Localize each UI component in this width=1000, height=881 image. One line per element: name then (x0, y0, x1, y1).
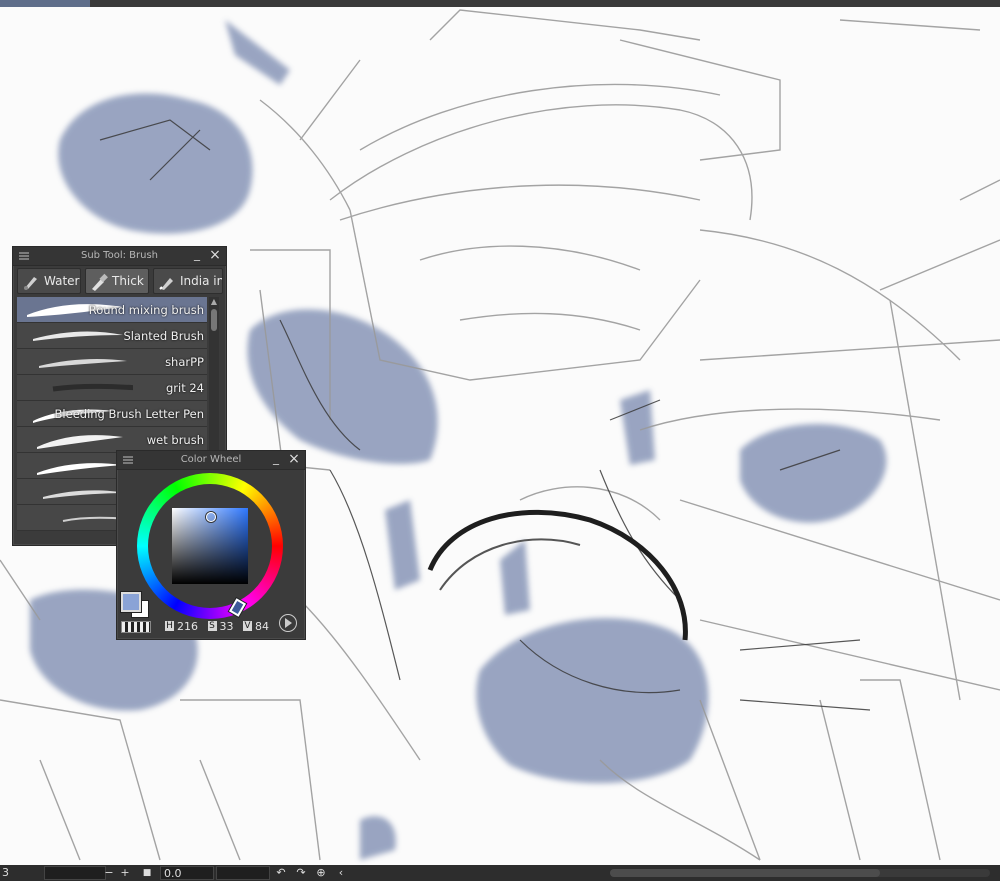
flip-icon[interactable]: ‹ (334, 866, 348, 880)
brush-name: Round mixing brush (88, 303, 204, 317)
saturation-key: S (207, 621, 217, 631)
saturation-value: 33 (219, 619, 234, 633)
minimize-button[interactable]: _ (190, 248, 204, 262)
ring-stroke (427, 509, 688, 641)
color-swatches (121, 592, 151, 618)
brush-name: Bleeding Brush Letter Pen (54, 407, 204, 421)
transparent-color-toggle[interactable] (121, 621, 151, 633)
brush-item[interactable]: Bleeding Brush Letter Pen (17, 401, 207, 427)
brush-name: Slanted Brush (123, 329, 204, 343)
tab-thick-paint[interactable]: Thick p (85, 268, 149, 294)
subtool-tabs: Waterc Thick p India in (17, 268, 223, 296)
tab-label: Thick p (112, 274, 148, 288)
watercolor-brush-icon (24, 277, 37, 290)
brush-stroke-preview (39, 358, 127, 368)
brush-item[interactable]: Slanted Brush (17, 323, 207, 349)
brush-item[interactable]: grit 24 (17, 375, 207, 401)
main-color-swatch[interactable] (121, 592, 141, 612)
sv-cursor[interactable] (206, 512, 216, 522)
minimize-button[interactable]: _ (269, 452, 283, 466)
brush-stroke-preview (33, 331, 123, 341)
brush-stroke-preview (52, 383, 133, 392)
rotation-slider[interactable] (216, 866, 270, 880)
tab-label: India in (180, 274, 223, 288)
tab-watercolor[interactable]: Waterc (17, 268, 81, 294)
close-button[interactable]: × (287, 452, 301, 466)
color-mode-toggle-icon[interactable] (279, 614, 297, 632)
reset-rotation-icon[interactable]: ⊕ (314, 866, 328, 880)
brush-name: sharPP (165, 355, 204, 369)
horizontal-scrollbar[interactable] (610, 869, 990, 877)
tab-label: Waterc (44, 274, 80, 288)
color-wheel (137, 473, 283, 619)
scroll-up-icon[interactable]: ▲ (210, 298, 218, 306)
zoom-out-button[interactable]: − (102, 866, 116, 880)
india-ink-brush-icon (159, 278, 173, 290)
document-tab[interactable] (0, 0, 90, 7)
color-wheel-panel: Color Wheel _ × H 216 S 33 V 84 (116, 450, 306, 640)
saturation-value-square[interactable] (172, 508, 248, 584)
subtool-title-bar[interactable]: Sub Tool: Brush _ × (13, 247, 226, 266)
top-bar (0, 0, 1000, 7)
rotate-left-icon[interactable]: ↶ (274, 866, 288, 880)
zoom-in-button[interactable]: + (118, 866, 132, 880)
close-button[interactable]: × (208, 248, 222, 262)
hsv-readout: H 216 S 33 V 84 (165, 619, 275, 633)
zoom-level: 3 (2, 866, 9, 879)
hue-key: H (165, 621, 174, 631)
tab-india-ink[interactable]: India in (153, 268, 223, 294)
brightness-value: 84 (255, 619, 269, 633)
scrollbar-thumb[interactable] (211, 309, 217, 331)
rotation-field[interactable]: 0.0 (160, 866, 214, 880)
brush-stroke-preview (37, 435, 123, 449)
zoom-field[interactable] (44, 866, 106, 880)
scrollbar-thumb[interactable] (610, 869, 880, 877)
rotate-right-icon[interactable]: ↷ (294, 866, 308, 880)
color-wheel-title-bar[interactable]: Color Wheel _ × (117, 451, 305, 470)
brush-name: grit 24 (165, 381, 204, 395)
brush-item[interactable]: sharPP (17, 349, 207, 375)
thick-paint-brush-icon (92, 273, 108, 291)
brush-item[interactable]: Round mixing brush (17, 297, 207, 323)
fit-button[interactable]: ■ (140, 866, 154, 880)
hue-value: 216 (177, 619, 198, 633)
value-key: V (243, 621, 252, 631)
status-bar: 3 − + ■ 0.0 ↶ ↷ ⊕ ‹ (0, 865, 1000, 881)
brush-name: wet brush (146, 433, 204, 447)
